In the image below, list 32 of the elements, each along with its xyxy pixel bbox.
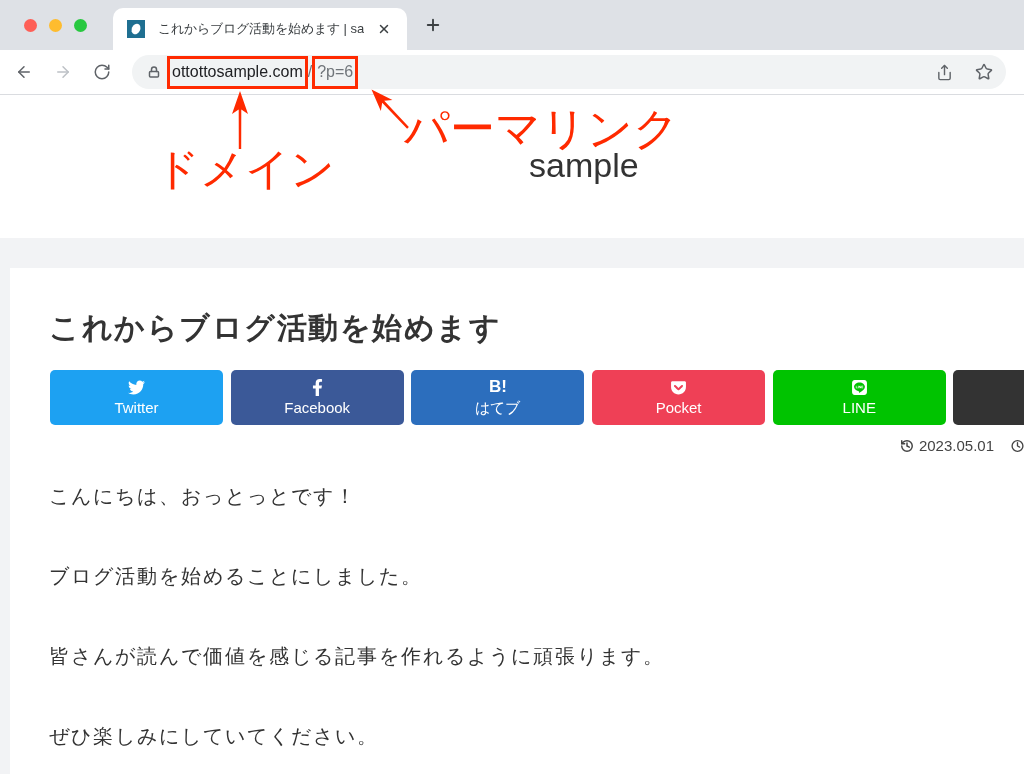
url-separator: /: [307, 62, 313, 82]
plus-icon: [424, 16, 442, 34]
share-button[interactable]: B! はてブ: [411, 370, 585, 425]
star-icon[interactable]: [975, 63, 993, 81]
annotation-arrow: [231, 91, 249, 149]
url-text: ?p=6: [317, 62, 354, 82]
url-text: ottottosample.com: [172, 62, 303, 82]
paragraph: ブログ活動を始めることにしました。: [49, 564, 423, 589]
article-title: これからブログ活動を始めます: [49, 310, 501, 346]
browser-tab[interactable]: これからブログ活動を始めます | sa: [113, 8, 407, 50]
bird-icon: [128, 378, 145, 396]
annotation-label: ドメイン: [155, 145, 335, 194]
site-favicon-icon: [127, 20, 145, 38]
new-tab-button[interactable]: [424, 16, 442, 34]
lock-icon: [148, 66, 160, 78]
close-icon: [377, 22, 391, 36]
history-icon: [899, 439, 914, 453]
share-button[interactable]: Facebook: [230, 370, 404, 425]
paragraph: 皆さんが読んで価値を感じる記事を作れるように頑張ります。: [49, 644, 665, 669]
clock-icon: [1011, 439, 1024, 453]
share-button[interactable]: Pocket: [592, 370, 766, 425]
share-icon[interactable]: [936, 63, 953, 81]
chevron-pocket-icon: [670, 378, 688, 396]
tab-close-button[interactable]: [377, 22, 391, 36]
address-bar[interactable]: ottottosample.com / ?p=6: [132, 55, 1006, 89]
reload-icon[interactable]: [93, 63, 111, 81]
annotation-label: パーマリンク: [404, 104, 679, 154]
speech-bubble-icon: [850, 378, 868, 396]
paragraph: こんにちは、おっとっとです！: [49, 484, 357, 509]
updated-date: 2023.05.01: [918, 435, 994, 456]
b-logo-mark: B!: [488, 378, 507, 396]
paragraph: ぜひ楽しみにしていてください。: [49, 724, 379, 749]
